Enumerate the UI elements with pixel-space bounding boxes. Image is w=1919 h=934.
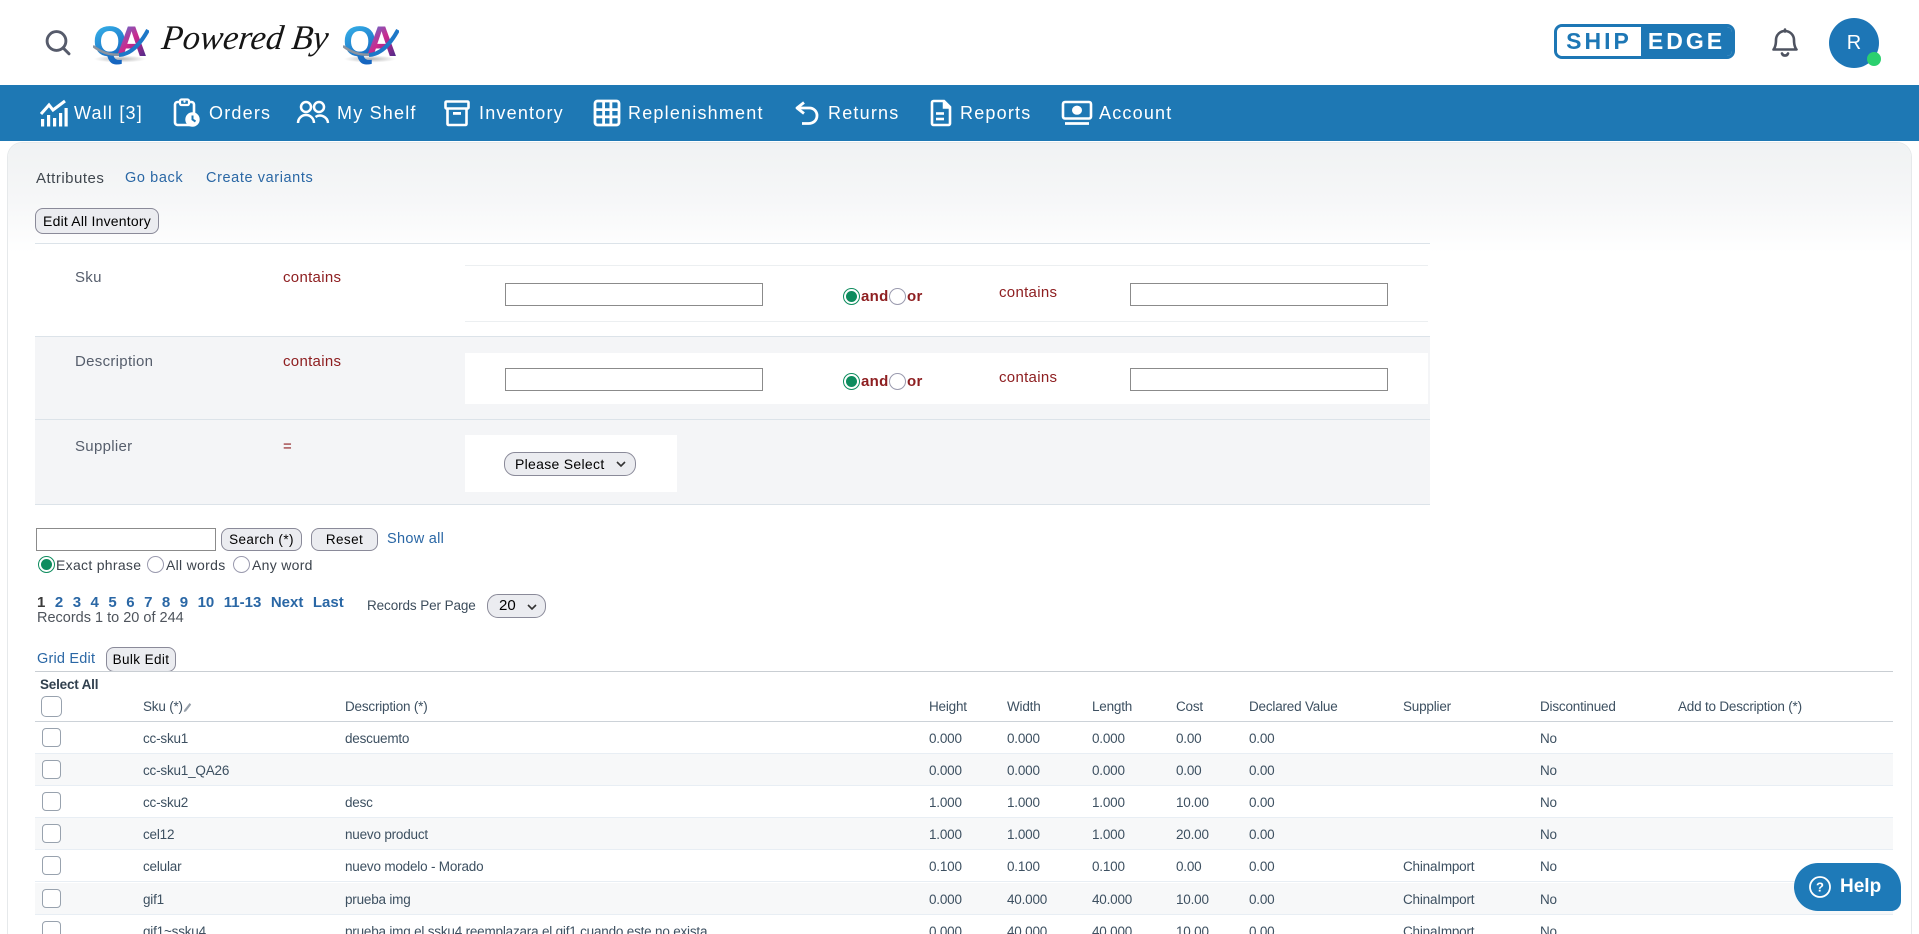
svg-text:?: ? — [1816, 880, 1824, 895]
